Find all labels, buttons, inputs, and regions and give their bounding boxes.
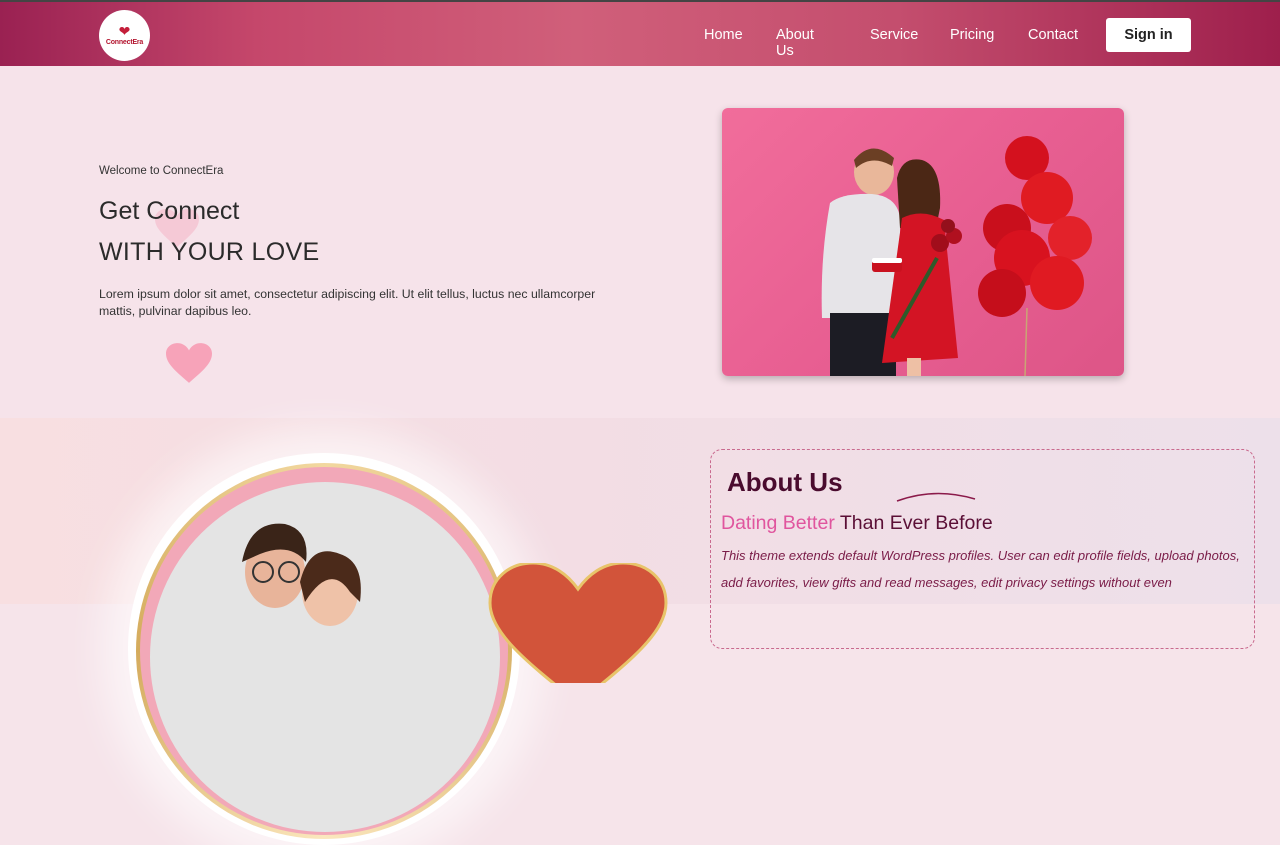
welcome-text: Welcome to ConnectEra <box>99 165 224 177</box>
heart-icon <box>488 563 668 683</box>
about-subtitle-highlight: Dating Better <box>721 512 835 534</box>
nav-about-us[interactable]: About Us <box>776 27 814 59</box>
hero-description: Lorem ipsum dolor sit amet, consectetur … <box>99 287 596 318</box>
hero-title-line2: WITH YOUR LOVE <box>99 238 320 266</box>
sign-in-button[interactable]: Sign in <box>1106 18 1191 52</box>
about-subtitle: Dating Better Than Ever Before <box>721 512 993 535</box>
hero-title-line1: Get Connect <box>99 197 240 225</box>
nav-contact[interactable]: Contact <box>1028 27 1078 43</box>
heart-icon <box>166 343 212 383</box>
site-header: ❤ ConnectEra Home About Us Service Prici… <box>0 2 1280 66</box>
title-underline-decoration <box>896 492 976 502</box>
nav-home[interactable]: Home <box>704 27 743 43</box>
balloon-icon <box>978 136 1092 376</box>
about-subtitle-rest: Than Ever Before <box>834 512 993 534</box>
couple-portrait <box>150 482 500 832</box>
brand-logo[interactable]: ❤ ConnectEra <box>99 10 150 61</box>
about-title: About Us <box>727 467 843 497</box>
logo-heart-icon: ❤ <box>118 24 131 40</box>
about-description: This theme extends default WordPress pro… <box>721 548 1240 590</box>
logo-text: ConnectEra <box>105 39 144 46</box>
hero-section: Welcome to ConnectEra Get Connect WITH Y… <box>0 66 1280 418</box>
nav-pricing[interactable]: Pricing <box>950 27 994 43</box>
nav-service[interactable]: Service <box>870 27 918 43</box>
couple-illustration <box>821 136 1092 376</box>
couple-photo <box>722 108 1124 376</box>
